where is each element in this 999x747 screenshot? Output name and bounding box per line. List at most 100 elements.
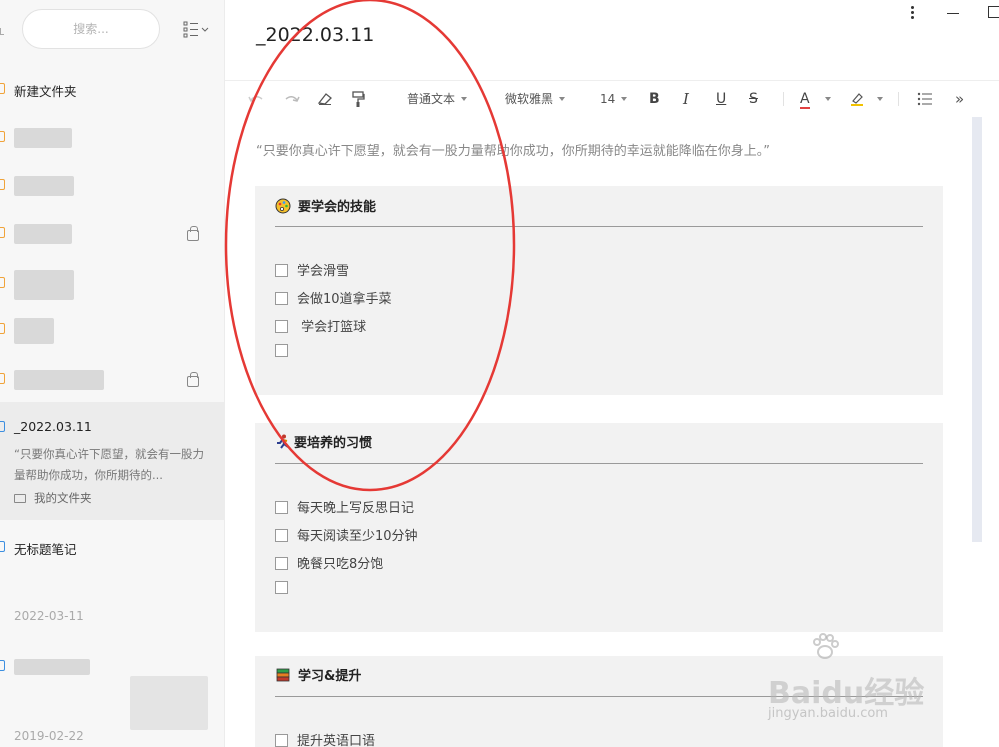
checkbox[interactable] — [275, 344, 288, 357]
sidebar-folder-item[interactable] — [0, 310, 224, 350]
section-header: 要培养的习惯 — [275, 432, 372, 451]
baidu-watermark: Baidu经验 jingyan.baidu.com — [768, 632, 948, 722]
folder-icon — [0, 83, 5, 94]
toolbar-divider — [783, 92, 784, 106]
format-painter-icon[interactable] — [351, 90, 365, 108]
folder-label: 新建文件夹 — [14, 84, 77, 99]
note-icon — [0, 541, 5, 552]
font-family-select[interactable]: 微软雅黑 — [505, 83, 566, 115]
checkbox[interactable] — [275, 292, 288, 305]
folder-outline-icon — [14, 494, 26, 503]
note-item[interactable]: 无标题笔记 — [0, 526, 224, 566]
list-view-icon[interactable] — [183, 20, 209, 38]
sidebar-folder-item[interactable] — [0, 118, 224, 158]
checkbox[interactable] — [275, 529, 288, 542]
strikethrough-button[interactable]: S — [749, 83, 758, 115]
chevron-down-icon — [559, 97, 566, 101]
note-folder: 我的文件夹 — [14, 490, 92, 506]
format-toolbar: 普通文本 微软雅黑 14 B I U S A » — [225, 83, 999, 115]
font-color-dropdown[interactable] — [819, 83, 831, 115]
checklist-item[interactable]: 晚餐只吃8分饱 — [275, 553, 383, 573]
checklist-section: 要学会的技能 学会滑雪 会做10道拿手菜 学会打篮球 — [255, 186, 943, 395]
checklist-item[interactable]: 学会滑雪 — [275, 260, 349, 280]
palette-icon — [275, 198, 291, 214]
scrollbar[interactable] — [972, 117, 982, 542]
more-tools-button[interactable]: » — [955, 83, 964, 115]
note-date: 2019-02-22 — [14, 729, 84, 743]
redo-icon[interactable] — [283, 91, 301, 107]
underline-button[interactable]: U — [716, 83, 726, 115]
more-options-icon[interactable] — [911, 6, 915, 22]
font-family-label: 微软雅黑 — [505, 92, 554, 106]
chevron-down-icon — [461, 97, 468, 101]
paragraph-style-label: 普通文本 — [407, 92, 456, 106]
checkbox[interactable] — [275, 264, 288, 277]
highlight-icon[interactable] — [849, 91, 865, 107]
checklist-item[interactable] — [275, 344, 297, 364]
font-size-select[interactable]: 14 — [600, 83, 628, 115]
chevron-down-icon — [877, 97, 883, 101]
blurred-folder-label — [14, 318, 54, 344]
sidebar-folder-item[interactable] — [0, 214, 224, 254]
sidebar-folder-item[interactable] — [0, 360, 224, 400]
italic-button[interactable]: I — [683, 83, 689, 115]
checklist-item[interactable]: 每天阅读至少10分钟 — [275, 525, 418, 545]
blurred-folder-label — [14, 224, 72, 244]
undo-icon[interactable] — [247, 91, 265, 107]
font-color-button[interactable]: A — [800, 91, 810, 109]
note-title: 无标题笔记 — [14, 542, 77, 557]
checklist-item[interactable] — [275, 581, 297, 601]
bold-button[interactable]: B — [649, 83, 660, 115]
selected-note-card[interactable]: _2022.03.11 “只要你真心许下愿望，就会有一股力量帮助你成功，你所期待… — [0, 402, 224, 520]
section-header: 要学会的技能 — [275, 196, 376, 215]
font-size-label: 14 — [600, 92, 616, 106]
quote-text[interactable]: “只要你真心许下愿望，就会有一股力量帮助你成功，你所期待的幸运就能降临在你身上。… — [256, 140, 770, 159]
blurred-folder-label — [14, 270, 74, 300]
checklist-item[interactable]: 提升英语口语 — [275, 730, 375, 747]
checkbox[interactable] — [275, 501, 288, 514]
sidebar: 搜索... 新建文件夹 _2022.03.11 “只要你真心许下愿望，就会有一股… — [0, 0, 225, 747]
collapse-icon[interactable] — [0, 28, 4, 35]
checklist-item-text: 晚餐只吃8分饱 — [297, 557, 384, 572]
checklist-item[interactable]: 会做10道拿手菜 — [275, 288, 392, 308]
runner-icon — [277, 434, 289, 449]
note-date: 2022-03-11 — [14, 609, 84, 623]
checklist-section: 要培养的习惯 每天晚上写反思日记 每天阅读至少10分钟 晚餐只吃8分饱 — [255, 423, 943, 632]
chevron-down-icon — [825, 97, 831, 101]
blurred-note-title — [14, 659, 90, 675]
checklist-item-text: 每天晚上写反思日记 — [297, 501, 415, 516]
checklist-item[interactable]: 学会打篮球 — [275, 316, 366, 336]
sidebar-folder-item[interactable] — [0, 166, 224, 206]
paw-logo-icon — [813, 633, 839, 659]
section-title: 学习&提升 — [298, 669, 362, 684]
folder-icon — [0, 277, 5, 288]
checkbox[interactable] — [275, 581, 288, 594]
checklist-item-text: 会做10道拿手菜 — [297, 292, 392, 307]
section-title: 要学会的技能 — [298, 200, 377, 215]
note-title: _2022.03.11 — [14, 419, 92, 434]
sidebar-folder-item[interactable]: 新建文件夹 — [0, 70, 224, 110]
note-snippet: “只要你真心许下愿望，就会有一股力量帮助你成功，你所期待的... — [14, 447, 204, 482]
eraser-icon[interactable] — [317, 91, 333, 107]
folder-icon — [0, 131, 5, 142]
search-input[interactable]: 搜索... — [22, 9, 160, 49]
section-divider — [275, 463, 923, 464]
books-icon — [276, 668, 290, 682]
sidebar-folder-item[interactable] — [0, 264, 224, 304]
checklist-item-text: 每天阅读至少10分钟 — [297, 529, 418, 544]
checkbox[interactable] — [275, 557, 288, 570]
title-divider — [225, 80, 999, 81]
blurred-folder-label — [14, 370, 104, 390]
highlight-dropdown[interactable] — [871, 83, 883, 115]
document-title[interactable]: _2022.03.11 — [256, 24, 374, 46]
minimize-icon[interactable] — [947, 13, 959, 14]
paragraph-style-select[interactable]: 普通文本 — [407, 83, 468, 115]
checkbox[interactable] — [275, 734, 288, 747]
bullet-list-icon[interactable] — [917, 92, 933, 106]
note-icon — [0, 421, 5, 432]
maximize-icon[interactable] — [988, 6, 999, 18]
checkbox[interactable] — [275, 320, 288, 333]
checklist-item[interactable]: 每天晚上写反思日记 — [275, 497, 414, 517]
folder-icon — [0, 179, 5, 190]
note-icon — [0, 660, 5, 671]
